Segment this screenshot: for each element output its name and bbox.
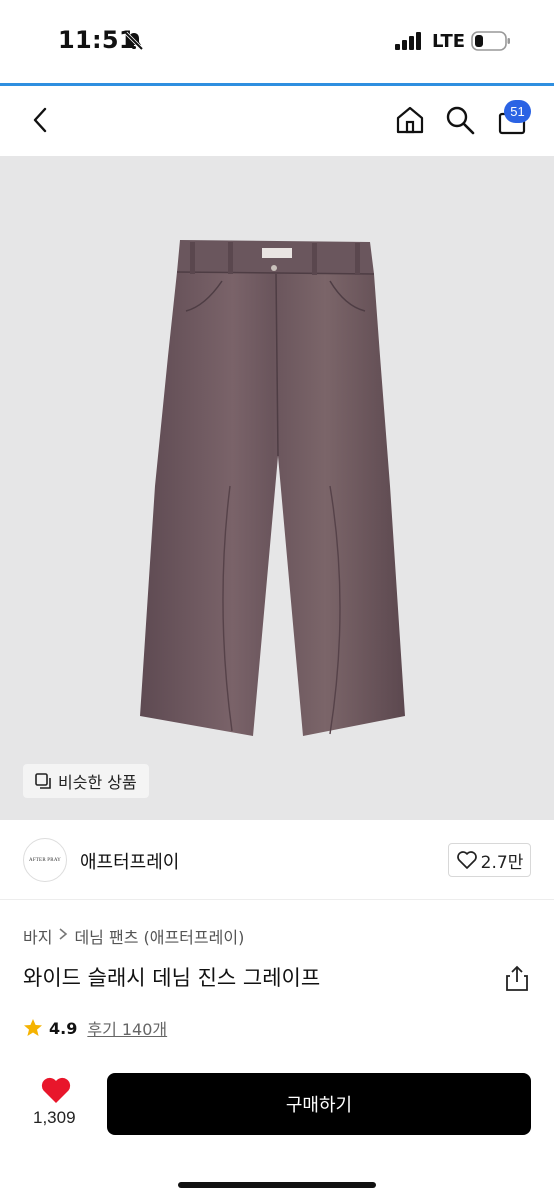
breadcrumb-subcategory[interactable]: 데님 팬츠 (애프터프레이) [74, 924, 244, 948]
search-button[interactable] [442, 102, 478, 138]
home-icon [396, 106, 424, 134]
copy-icon [35, 772, 51, 789]
cart-count-badge: 51 [504, 100, 531, 123]
battery-icon [471, 31, 511, 55]
brand-like-count: 2.7만 [480, 852, 524, 873]
rating-value: 4.9 [49, 1018, 78, 1038]
heart-outline-icon [456, 851, 477, 869]
brand-logo[interactable]: AFTER PRAY [23, 838, 67, 882]
brand-logo-text: AFTER PRAY [29, 857, 61, 863]
brand-row[interactable]: AFTER PRAY 애프터프레이 2.7만 [0, 820, 554, 900]
chevron-left-icon [33, 107, 47, 133]
top-nav-bar [0, 86, 554, 156]
home-button[interactable] [392, 102, 428, 138]
review-count-link[interactable]: 후기 140개 [87, 1016, 167, 1040]
breadcrumb-category[interactable]: 바지 [23, 924, 52, 948]
rating-row: 4.9 후기 140개 [23, 1016, 167, 1040]
product-title: 와이드 슬래시 데님 진스 그레이프 [23, 966, 321, 990]
similar-products-button[interactable]: 비슷한 상품 [23, 764, 149, 798]
status-bar: 11:51 LTE [0, 0, 554, 84]
search-icon [446, 106, 475, 135]
product-image[interactable]: 비슷한 상품 [0, 156, 554, 820]
chevron-right-icon [58, 927, 68, 945]
bell-slash-icon [124, 31, 144, 55]
buy-button[interactable]: 구매하기 [107, 1073, 531, 1135]
jeans-illustration [140, 240, 405, 736]
heart-filled-icon [41, 1077, 71, 1103]
similar-products-label: 비슷한 상품 [58, 773, 137, 792]
signal-icon [395, 32, 423, 54]
brand-name[interactable]: 애프터프레이 [80, 848, 179, 874]
wishlist-button[interactable] [40, 1076, 72, 1108]
brand-like-button[interactable]: 2.7만 [448, 843, 531, 877]
share-button[interactable] [504, 964, 530, 992]
wishlist-count: 1,309 [33, 1108, 76, 1127]
buy-button-label: 구매하기 [285, 1095, 353, 1116]
back-button[interactable] [22, 102, 58, 138]
breadcrumb: 바지 데님 팬츠 (애프터프레이) [23, 924, 244, 948]
star-icon [24, 1019, 42, 1036]
home-indicator [178, 1182, 376, 1188]
share-icon [506, 965, 528, 991]
network-label: LTE [432, 31, 466, 52]
